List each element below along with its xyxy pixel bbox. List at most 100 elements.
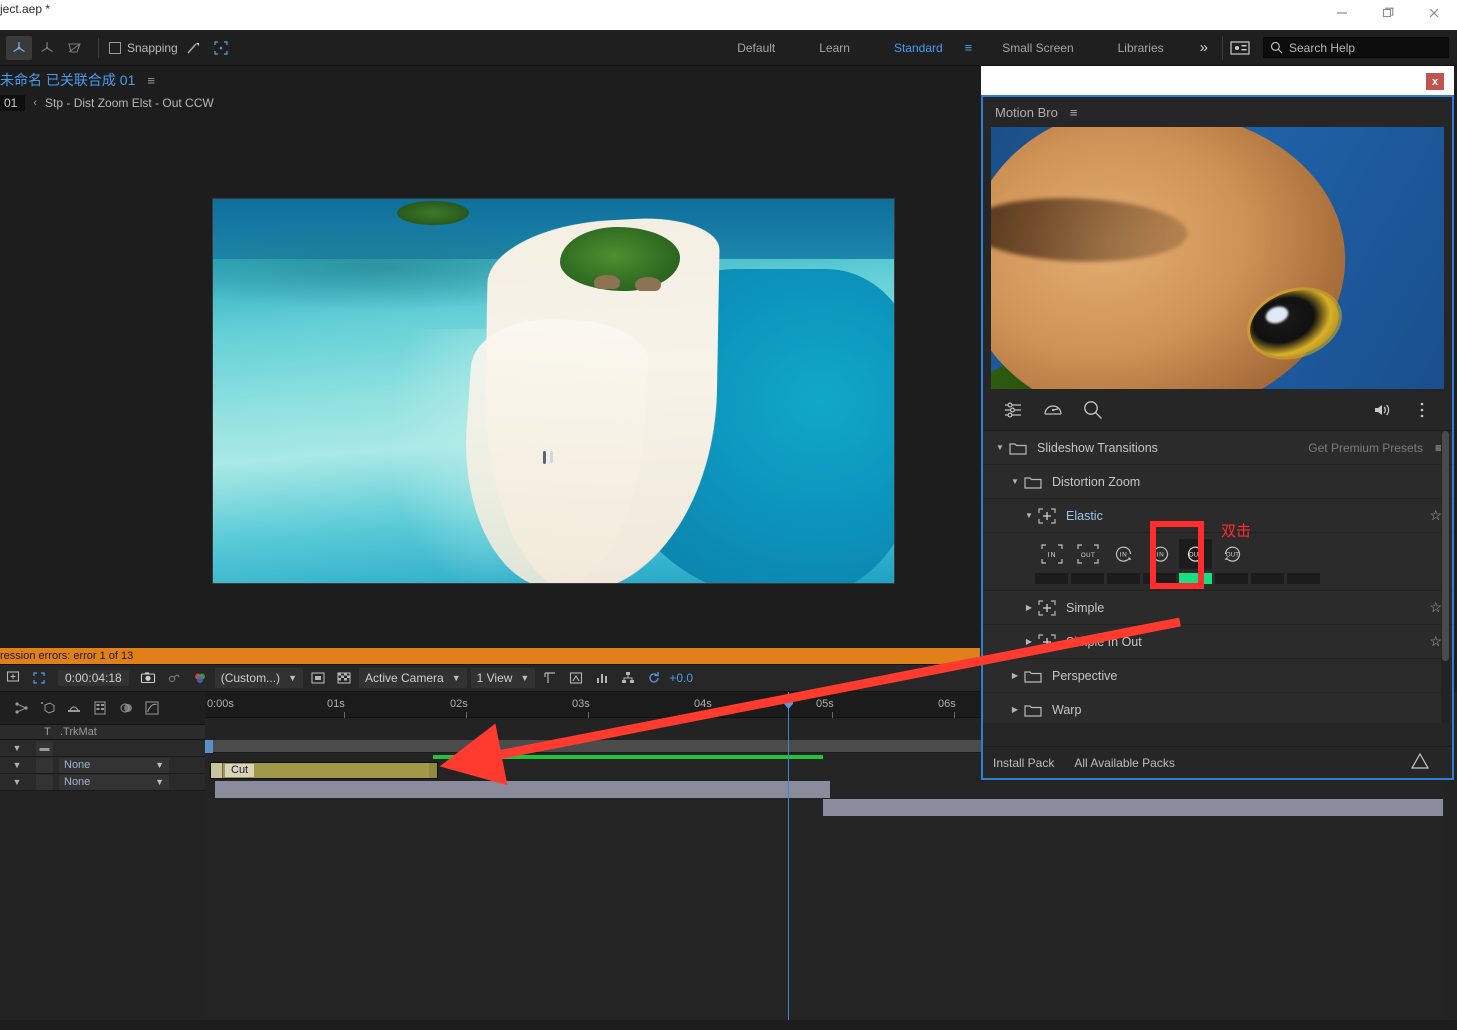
breadcrumb-back-icon[interactable]: ‹ xyxy=(25,97,45,109)
chevron-down-icon[interactable]: ▼ xyxy=(0,760,34,770)
preset-variant-row[interactable]: IN OUT xyxy=(983,533,1452,591)
breadcrumb-current[interactable]: Stp - Dist Zoom Elst - Out CCW xyxy=(45,96,214,110)
close-button[interactable] xyxy=(1411,0,1457,26)
chevron-down-icon[interactable]: ▼ xyxy=(0,777,34,787)
clip-handle[interactable] xyxy=(211,763,223,778)
timeline-clip-layer-a[interactable] xyxy=(215,781,830,798)
camera-dropdown[interactable]: Active Camera ▼ xyxy=(359,668,467,688)
new-3d-layer-icon[interactable] xyxy=(36,696,60,720)
fast-previews-icon[interactable] xyxy=(591,667,613,689)
warning-triangle-icon[interactable] xyxy=(1410,752,1430,773)
composition-tab-menu-icon[interactable]: ≡ xyxy=(147,73,155,88)
chevron-right-icon[interactable]: ▶ xyxy=(1008,705,1022,714)
frame-blending-icon[interactable] xyxy=(88,696,112,720)
breadcrumb-chip[interactable]: 01 xyxy=(0,95,25,111)
clip-end-handle[interactable] xyxy=(429,763,437,778)
preset-in-ccw[interactable]: IN xyxy=(1143,539,1176,569)
motion-blur-icon[interactable] xyxy=(114,696,138,720)
close-icon[interactable]: x xyxy=(1426,73,1444,90)
tree-item-distortion-zoom[interactable]: ▼ Distortion Zoom xyxy=(983,465,1452,499)
region-of-interest-toggle-icon[interactable] xyxy=(28,667,50,689)
workspace-small-screen[interactable]: Small Screen xyxy=(980,30,1095,66)
channel-rgb-icon[interactable] xyxy=(189,667,211,689)
composition-canvas[interactable] xyxy=(212,198,895,584)
trkmat-dropdown-2[interactable]: None ▼ xyxy=(59,758,169,773)
timeline-flowchart-icon[interactable] xyxy=(617,667,639,689)
timeline-clip-layer-b[interactable] xyxy=(823,799,1443,816)
trkmat-swatch[interactable] xyxy=(36,775,53,790)
workspace-learn[interactable]: Learn xyxy=(797,30,872,66)
tree-item-perspective[interactable]: ▶ Perspective xyxy=(983,659,1452,693)
shy-layers-icon[interactable] xyxy=(62,696,86,720)
toggle-pixel-aspect-icon[interactable] xyxy=(565,667,587,689)
snapping-checkbox[interactable] xyxy=(109,42,121,54)
search-icon[interactable] xyxy=(1081,398,1105,422)
take-snapshot-icon[interactable] xyxy=(137,667,159,689)
workspace-default[interactable]: Default xyxy=(715,30,797,66)
parent-link-icon[interactable] xyxy=(10,696,34,720)
get-premium-presets-link[interactable]: Get Premium Presets xyxy=(1308,441,1423,455)
speed-gauge-icon[interactable] xyxy=(1041,398,1065,422)
work-area-start-handle[interactable] xyxy=(205,740,213,753)
settings-sliders-icon[interactable] xyxy=(1001,398,1025,422)
chevron-right-icon[interactable]: ▶ xyxy=(1008,671,1022,680)
all-available-packs-button[interactable]: All Available Packs xyxy=(1074,756,1175,770)
timeline-tracks[interactable]: Cut xyxy=(205,740,1445,1030)
pan-camera-tool-icon[interactable] xyxy=(62,36,88,60)
chevron-right-icon[interactable]: ▶ xyxy=(1022,637,1036,646)
exposure-value[interactable]: +0.0 xyxy=(669,671,693,685)
views-dropdown[interactable]: 1 View ▼ xyxy=(471,668,536,688)
toggle-guides-icon[interactable] xyxy=(539,667,561,689)
search-help-input[interactable]: Search Help xyxy=(1263,37,1449,58)
workspace-settings-icon[interactable] xyxy=(1223,30,1257,66)
workspace-overflow-icon[interactable]: » xyxy=(1186,30,1222,66)
timeline-clip-cut[interactable]: Cut xyxy=(210,762,438,779)
layer-row-2[interactable]: ▼ None ▼ xyxy=(0,757,205,774)
composition-viewer[interactable] xyxy=(0,112,980,648)
kebab-menu-icon[interactable] xyxy=(1410,398,1434,422)
show-snapshot-icon[interactable] xyxy=(163,667,185,689)
current-timecode[interactable]: 0:00:04:18 xyxy=(58,670,129,686)
graph-editor-icon[interactable] xyxy=(140,696,164,720)
tree-item-simple-in-out[interactable]: ▶ Simple In Out ☆ xyxy=(983,625,1452,659)
tree-item-simple[interactable]: ▶ Simple ☆ xyxy=(983,591,1452,625)
hamburger-icon[interactable]: ≡ xyxy=(1070,105,1078,120)
unified-camera-tool-icon[interactable] xyxy=(6,36,32,60)
magnet-pointer-icon[interactable] xyxy=(180,36,206,60)
preset-out-cw[interactable]: OUT xyxy=(1179,539,1212,569)
preset-tree[interactable]: ▼ Slideshow Transitions Get Premium Pres… xyxy=(983,431,1452,723)
layer-row-3[interactable]: ▼ None ▼ xyxy=(0,774,205,791)
sound-icon[interactable] xyxy=(1370,398,1394,422)
toggle-mask-visibility-icon[interactable] xyxy=(307,667,329,689)
toggle-transparency-grid-icon[interactable] xyxy=(333,667,355,689)
workspace-menu-icon[interactable]: ≡ xyxy=(965,30,981,66)
maximize-restore-button[interactable] xyxy=(1365,0,1411,26)
preset-preview-video[interactable] xyxy=(991,127,1444,389)
chevron-down-icon[interactable]: ▼ xyxy=(0,743,34,753)
composition-tab[interactable]: 未命名 已关联合成 01 ≡ xyxy=(0,70,155,90)
install-pack-button[interactable]: Install Pack xyxy=(993,756,1054,770)
trkmat-dropdown-3[interactable]: None ▼ xyxy=(59,775,169,790)
trkmat-swatch[interactable] xyxy=(36,758,53,773)
preset-out-bracket[interactable]: OUT xyxy=(1071,539,1104,569)
chevron-down-icon[interactable]: ▼ xyxy=(1022,511,1036,520)
snapping-toggle[interactable]: Snapping xyxy=(109,41,178,55)
exposure-reset-icon[interactable] xyxy=(643,667,665,689)
resolution-dropdown[interactable]: (Custom...) ▼ xyxy=(215,668,303,688)
preset-in-cw[interactable]: IN xyxy=(1107,539,1140,569)
preset-in-bracket[interactable]: IN xyxy=(1035,539,1068,569)
tree-item-slideshow-transitions[interactable]: ▼ Slideshow Transitions Get Premium Pres… xyxy=(983,431,1452,465)
chevron-down-icon[interactable]: ▼ xyxy=(1008,477,1022,486)
preset-out-ccw[interactable]: OUT xyxy=(1215,539,1248,569)
scrollbar-thumb[interactable] xyxy=(1442,431,1449,661)
region-of-interest-icon[interactable] xyxy=(208,36,234,60)
chevron-down-icon[interactable]: ▼ xyxy=(993,443,1007,452)
tree-item-elastic[interactable]: ▼ Elastic ☆ xyxy=(983,499,1452,533)
chevron-right-icon[interactable]: ▶ xyxy=(1022,603,1036,612)
trkmat-dash[interactable]: ▬ xyxy=(36,741,53,756)
preset-tree-scrollbar[interactable] xyxy=(1441,431,1450,723)
workspace-libraries[interactable]: Libraries xyxy=(1096,30,1186,66)
always-preview-icon[interactable] xyxy=(2,667,24,689)
tree-item-warp[interactable]: ▶ Warp xyxy=(983,693,1452,723)
minimize-button[interactable] xyxy=(1319,0,1365,26)
